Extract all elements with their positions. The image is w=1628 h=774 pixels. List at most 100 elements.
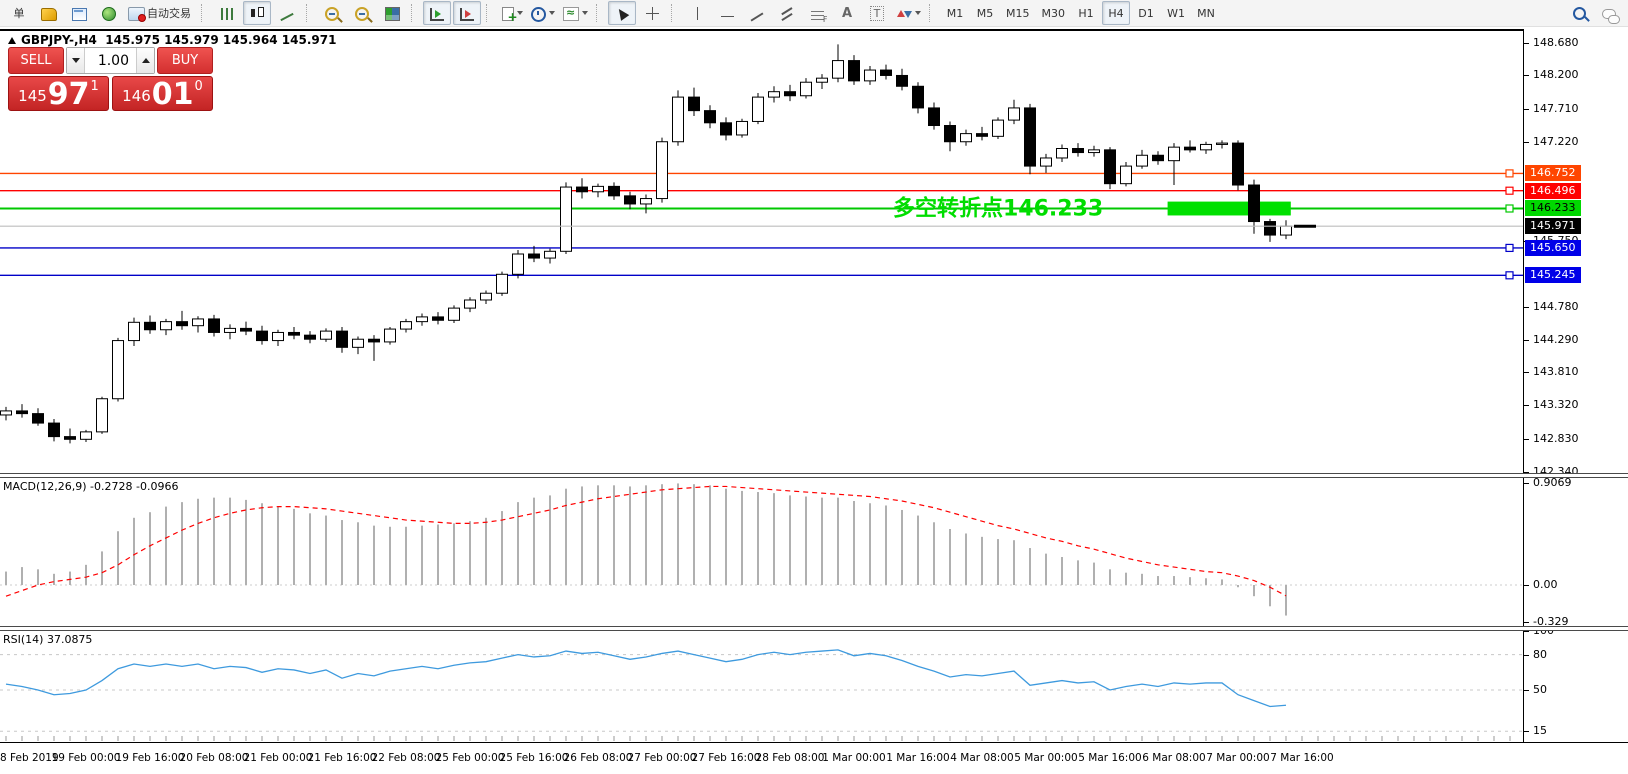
time-label: 25 Feb 00:00: [436, 752, 505, 764]
tf-d1-button-label: D1: [1136, 7, 1155, 20]
text-label-button-label: T: [870, 6, 885, 21]
price-axis[interactable]: 148.680148.200147.710147.220145.750144.7…: [1523, 29, 1628, 744]
autotrading-button[interactable]: 自动交易: [125, 1, 196, 25]
axis-tick: [1524, 340, 1529, 341]
line-chart-button[interactable]: [273, 1, 301, 25]
volume-input[interactable]: 1.00: [85, 48, 136, 73]
bar-chart-icon: [221, 8, 234, 20]
buy-button[interactable]: BUY: [157, 47, 213, 74]
channel-button[interactable]: [773, 1, 801, 25]
axis-tick: [1524, 655, 1529, 656]
price-tick: 143.320: [1533, 398, 1579, 411]
dropdown-caret-icon[interactable]: [549, 11, 555, 15]
axis-tick: [1524, 43, 1529, 44]
symbol-header: GBPJPY-,H4 145.975 145.979 145.964 145.9…: [8, 33, 336, 47]
auto-scroll-icon: [430, 8, 444, 21]
pivot-annotation: 多空转折点146.233: [893, 195, 1103, 221]
tf-mn-button[interactable]: MN: [1192, 1, 1220, 25]
dropdown-caret-icon[interactable]: [915, 11, 921, 15]
pane-splitter[interactable]: [0, 626, 1628, 631]
indicators-icon: [563, 7, 579, 21]
time-label: 1 Mar 00:00: [822, 752, 885, 764]
toolbar-separator: [486, 4, 493, 22]
tf-m5-button[interactable]: M5: [971, 1, 999, 25]
time-label: 20 Feb 08:00: [180, 752, 249, 764]
macd-pane[interactable]: [0, 478, 1523, 626]
axis-tick: [1524, 372, 1529, 373]
time-label: 19 Feb 16:00: [116, 752, 185, 764]
text-label-button[interactable]: T: [863, 1, 891, 25]
tf-h1-button[interactable]: H1: [1072, 1, 1100, 25]
trendline-icon: [751, 12, 764, 21]
zoom-out-icon: [355, 7, 369, 21]
time-label: 4 Mar 08:00: [950, 752, 1013, 764]
macd-tick: 0.00: [1533, 578, 1558, 591]
axis-tick: [1524, 731, 1529, 732]
time-axis[interactable]: 8 Feb 201919 Feb 00:0019 Feb 16:0020 Feb…: [0, 742, 1628, 774]
book-button[interactable]: [35, 1, 63, 25]
tf-w1-button[interactable]: W1: [1162, 1, 1190, 25]
tile-windows-button[interactable]: [378, 1, 406, 25]
cursor-button[interactable]: [608, 1, 636, 25]
sell-price-button[interactable]: 145971: [8, 76, 109, 111]
chat-button[interactable]: [1595, 1, 1623, 25]
rsi-pane[interactable]: [0, 631, 1523, 742]
fibonacci-button[interactable]: [803, 1, 831, 25]
zoom-in-button[interactable]: [318, 1, 346, 25]
one-click-trading-panel: SELL 1.00 BUY 145971 146010: [8, 47, 213, 111]
price-badge: 146.496: [1525, 183, 1581, 199]
new-order-icon: [502, 7, 514, 21]
tf-m30-button[interactable]: M30: [1037, 1, 1071, 25]
vertical-line-button[interactable]: [683, 1, 711, 25]
main-price-pane[interactable]: 多空转折点146.233: [0, 29, 1523, 473]
autotrading-button-label: 自动交易: [145, 5, 193, 21]
periods-button[interactable]: [528, 1, 558, 25]
bar-chart-button[interactable]: [213, 1, 241, 25]
rsi-indicator-label: RSI(14) 37.0875: [3, 633, 92, 646]
indicators-button[interactable]: [560, 1, 591, 25]
tf-d1-button[interactable]: D1: [1132, 1, 1160, 25]
price-tick: 147.710: [1533, 102, 1579, 115]
buy-price-point: 0: [195, 79, 203, 94]
candlestick-icon: [250, 7, 264, 20]
new-order-button[interactable]: [498, 1, 526, 25]
buy-price-button[interactable]: 146010: [112, 76, 213, 111]
chart-window-button[interactable]: [65, 1, 93, 25]
tf-m15-button[interactable]: M15: [1001, 1, 1035, 25]
volume-increase-button[interactable]: [136, 48, 154, 73]
time-label: 5 Mar 00:00: [1014, 752, 1077, 764]
time-label: 21 Feb 16:00: [308, 752, 377, 764]
tf-h4-button[interactable]: H4: [1102, 1, 1130, 25]
horizontal-line-button[interactable]: [713, 1, 741, 25]
shapes-button[interactable]: [893, 1, 924, 25]
price-badge: 146.233: [1525, 200, 1581, 216]
pane-splitter[interactable]: [0, 473, 1628, 478]
zoom-out-button[interactable]: [348, 1, 376, 25]
toolbar-separator: [201, 4, 208, 22]
dropdown-caret-icon[interactable]: [582, 11, 588, 15]
price-tick: 143.810: [1533, 365, 1579, 378]
sell-button[interactable]: SELL: [8, 47, 64, 74]
time-label: 27 Feb 00:00: [628, 752, 697, 764]
tile-windows-icon: [385, 7, 400, 21]
auto-scroll-button[interactable]: [423, 1, 451, 25]
search-button[interactable]: [1565, 1, 1593, 25]
text-button[interactable]: A: [833, 1, 861, 25]
rsi-tick: 80: [1533, 648, 1547, 661]
candlestick-button[interactable]: [243, 1, 271, 25]
crosshair-button[interactable]: [638, 1, 666, 25]
volume-decrease-button[interactable]: [67, 48, 85, 73]
time-label: 26 Feb 08:00: [564, 752, 633, 764]
tf-mn-button-label: MN: [1195, 7, 1217, 20]
trendline-button[interactable]: [743, 1, 771, 25]
sell-price-major: 145: [18, 87, 47, 105]
time-label: 19 Feb 00:00: [52, 752, 121, 764]
signal-button[interactable]: [95, 1, 123, 25]
chart-shift-button[interactable]: [453, 1, 481, 25]
toolbar-separator: [929, 4, 936, 22]
toolbar-separator: [306, 4, 313, 22]
tf-m1-button[interactable]: M1: [941, 1, 969, 25]
buy-price-pips: 01: [152, 81, 194, 108]
collapse-arrow-icon[interactable]: [8, 37, 16, 44]
time-label: 27 Feb 16:00: [692, 752, 761, 764]
